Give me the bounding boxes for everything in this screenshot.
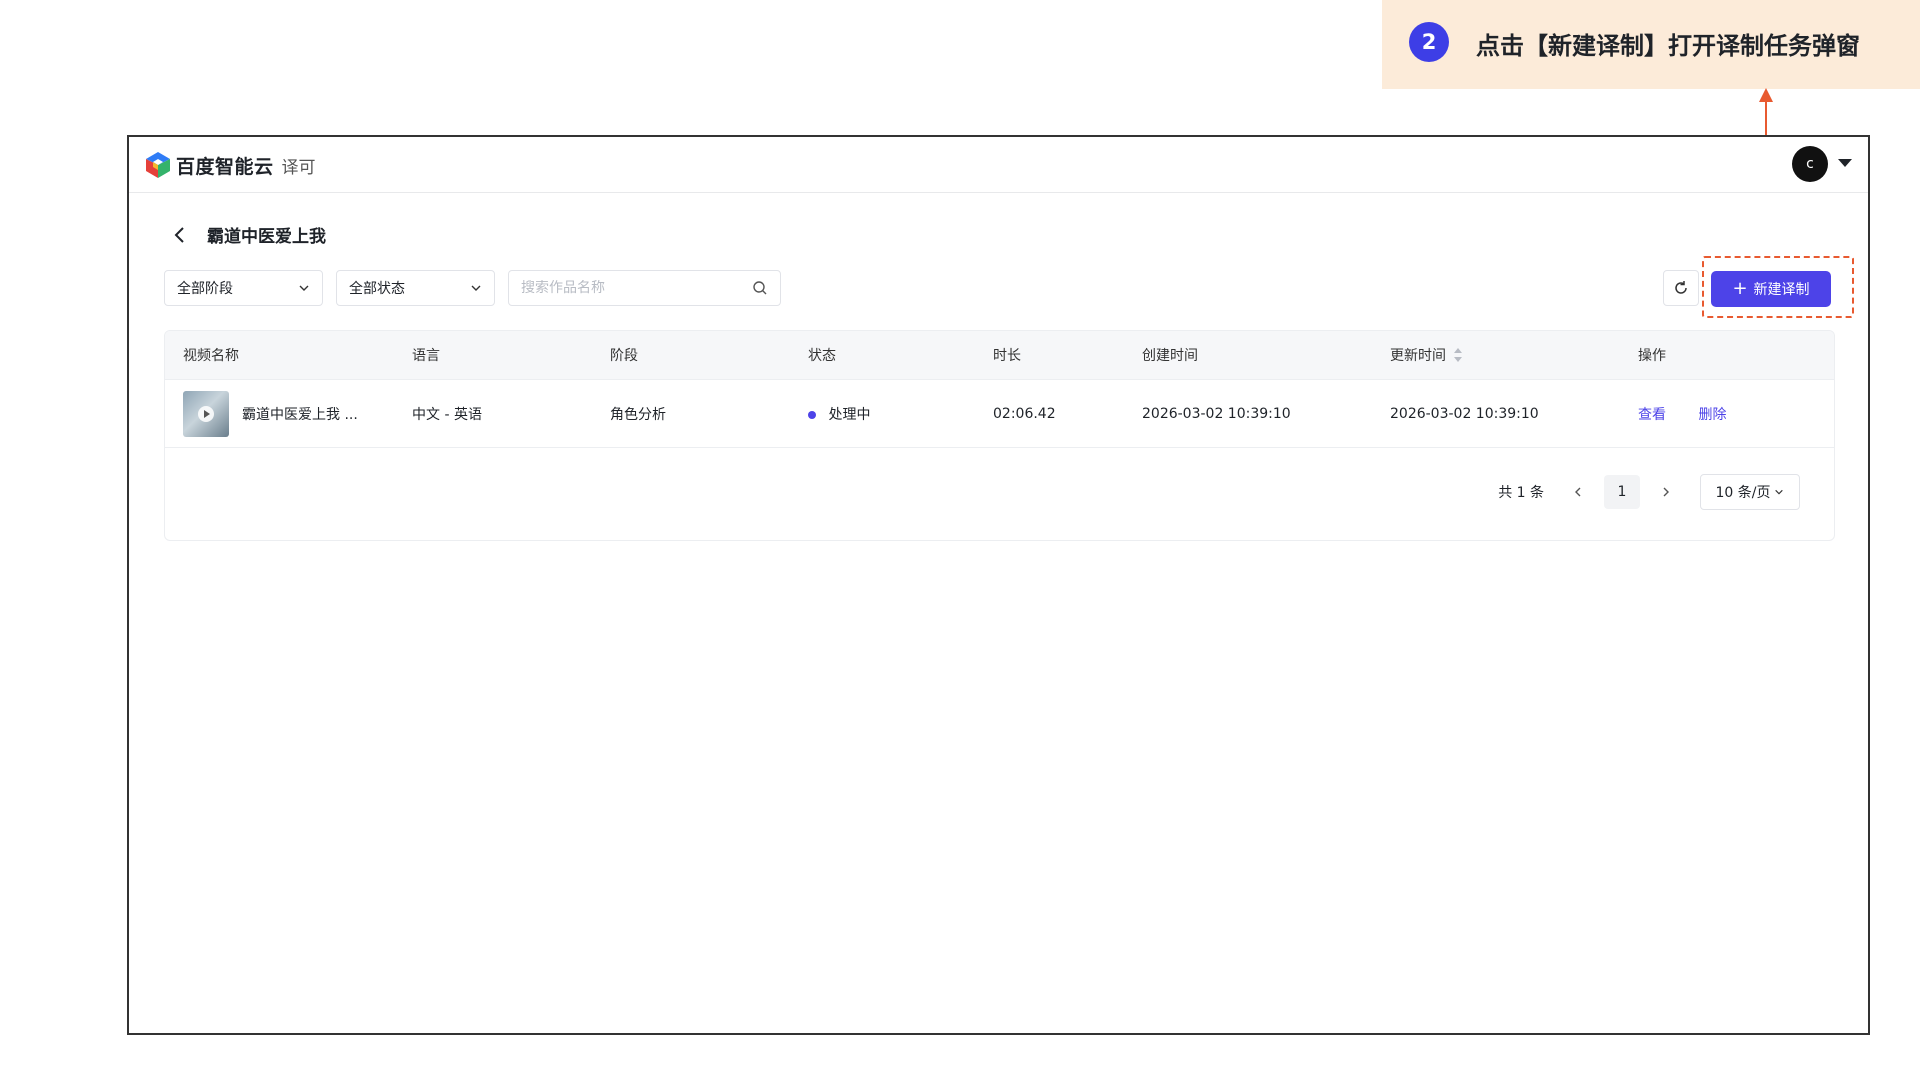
stage-filter-value: 全部阶段: [177, 281, 233, 297]
header-created-time: 创建时间: [1142, 348, 1198, 364]
chevron-left-icon: [1575, 487, 1581, 497]
delete-link[interactable]: 删除: [1698, 407, 1726, 423]
status-filter-value: 全部状态: [349, 281, 405, 297]
prev-page-button[interactable]: [1566, 480, 1590, 504]
header-stage: 阶段: [610, 348, 638, 364]
logo[interactable]: 百度智能云 译可: [145, 151, 316, 179]
page-header: 霸道中医爱上我: [169, 222, 326, 247]
pagination-total: 共 1 条: [1498, 485, 1544, 501]
cell-language: 中文 - 英语: [412, 406, 482, 423]
instruction-callout: 2 点击【新建译制】打开译制任务弹窗: [1382, 0, 1920, 89]
cell-stage: 角色分析: [610, 406, 666, 423]
chevron-down-icon: [299, 285, 309, 291]
cell-actions: 查看 删除: [1638, 404, 1834, 424]
header-updated-time-label: 更新时间: [1390, 348, 1446, 364]
header-updated-time[interactable]: 更新时间: [1390, 345, 1638, 365]
table-header-row: 视频名称 语言 阶段 状态 时长 创建时间 更新时间 操作: [165, 331, 1834, 380]
page-size-select[interactable]: 10 条/页: [1700, 474, 1800, 510]
user-avatar[interactable]: c: [1792, 146, 1828, 182]
next-page-button[interactable]: [1654, 480, 1678, 504]
sort-icon[interactable]: [1452, 346, 1464, 364]
status-text: 处理中: [828, 406, 871, 423]
refresh-button[interactable]: [1663, 270, 1699, 306]
user-menu-caret-icon[interactable]: [1838, 159, 1852, 167]
header-language: 语言: [412, 348, 440, 364]
cell-duration: 02:06.42: [993, 405, 1056, 422]
page-title: 霸道中医爱上我: [207, 227, 326, 247]
baidu-cloud-logo-icon: [146, 152, 170, 178]
video-thumbnail[interactable]: [183, 390, 229, 437]
search-box: [508, 270, 781, 306]
page-number-button[interactable]: 1: [1604, 475, 1640, 509]
view-link[interactable]: 查看: [1638, 407, 1666, 423]
task-table: 视频名称 语言 阶段 状态 时长 创建时间 更新时间 操作 霸道中医爱上我 ..…: [164, 330, 1835, 541]
top-navbar: 百度智能云 译可 c: [129, 137, 1868, 193]
filter-bar: 全部阶段 全部状态: [164, 270, 781, 306]
table-row: 霸道中医爱上我 ... 中文 - 英语 角色分析 处理中 02:06.42 20…: [165, 380, 1834, 448]
header-actions: 操作: [1638, 348, 1666, 364]
search-input[interactable]: [521, 280, 752, 296]
page-size-value: 10 条/页: [1715, 485, 1771, 501]
cell-updated-time: 2026-03-02 10:39:10: [1390, 405, 1539, 422]
product-name: 译可: [281, 157, 316, 178]
create-button-highlight: [1702, 256, 1854, 318]
cell-status: 处理中: [808, 404, 993, 424]
callout-text: 点击【新建译制】打开译制任务弹窗: [1476, 32, 1860, 60]
video-name: 霸道中医爱上我 ...: [242, 406, 358, 423]
refresh-icon: [1675, 281, 1687, 294]
chevron-down-icon: [1775, 489, 1784, 495]
app-window: 百度智能云 译可 c 霸道中医爱上我 全部阶段 全部状态 搜索作品名称 + 新建…: [127, 135, 1870, 1035]
stage-filter-select[interactable]: 全部阶段: [164, 270, 323, 306]
header-status: 状态: [808, 348, 836, 364]
header-duration: 时长: [993, 348, 1021, 364]
back-arrow-icon[interactable]: [169, 224, 191, 246]
chevron-down-icon: [471, 285, 481, 291]
step-number-badge: 2: [1409, 22, 1449, 62]
play-icon: [198, 405, 214, 422]
cell-created-time: 2026-03-02 10:39:10: [1142, 405, 1291, 422]
brand-name: 百度智能云: [176, 155, 274, 178]
pagination: 共 1 条 1 10 条/页: [1498, 474, 1800, 510]
status-filter-select[interactable]: 全部状态: [336, 270, 495, 306]
search-icon[interactable]: [752, 280, 768, 296]
cell-video-name: 霸道中医爱上我 ...: [165, 390, 412, 437]
header-video-name: 视频名称: [183, 348, 239, 364]
status-dot-icon: [808, 410, 816, 419]
chevron-right-icon: [1663, 487, 1669, 497]
